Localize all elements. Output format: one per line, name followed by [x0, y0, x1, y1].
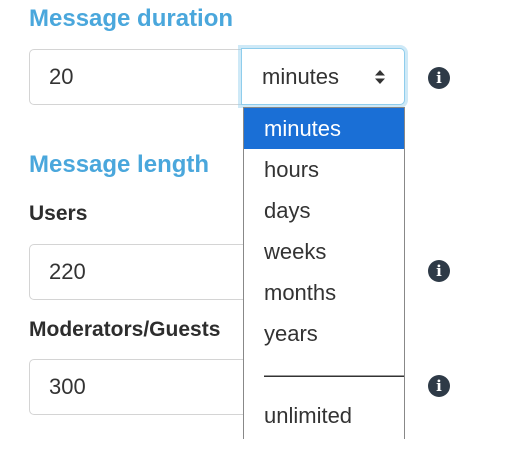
- dropdown-option-hours[interactable]: hours: [244, 149, 404, 190]
- duration-value-input[interactable]: 20: [29, 49, 243, 105]
- duration-unit-dropdown: minutes hours days weeks months years ——…: [243, 107, 405, 439]
- users-length-value: 220: [49, 259, 86, 284]
- dropdown-option-unlimited[interactable]: unlimited: [244, 395, 404, 436]
- message-length-title: Message length: [29, 151, 210, 178]
- duration-info-icon[interactable]: i: [428, 67, 450, 89]
- dropdown-separator: ———————: [264, 361, 404, 387]
- dropdown-option-years[interactable]: years: [244, 313, 404, 354]
- dropdown-option-days[interactable]: days: [244, 190, 404, 231]
- duration-value: 20: [49, 64, 74, 89]
- duration-unit-selected: minutes: [262, 63, 340, 89]
- moderators-info-icon[interactable]: i: [428, 375, 450, 397]
- moderators-guests-label: Moderators/Guests: [29, 318, 221, 341]
- message-duration-title: Message duration: [29, 5, 234, 32]
- moderators-length-value: 300: [49, 374, 86, 399]
- dropdown-option-weeks[interactable]: weeks: [244, 231, 404, 272]
- moderators-length-input[interactable]: 300: [29, 359, 255, 415]
- users-label: Users: [29, 202, 88, 225]
- users-length-input[interactable]: 220: [29, 244, 255, 300]
- dropdown-option-minutes[interactable]: minutes: [244, 108, 404, 149]
- users-info-icon[interactable]: i: [428, 260, 450, 282]
- duration-unit-select[interactable]: minutes: [241, 48, 405, 105]
- sort-arrows-icon: [375, 70, 385, 84]
- settings-page: Message duration 20 minutes i Message le…: [0, 0, 508, 460]
- dropdown-option-months[interactable]: months: [244, 272, 404, 313]
